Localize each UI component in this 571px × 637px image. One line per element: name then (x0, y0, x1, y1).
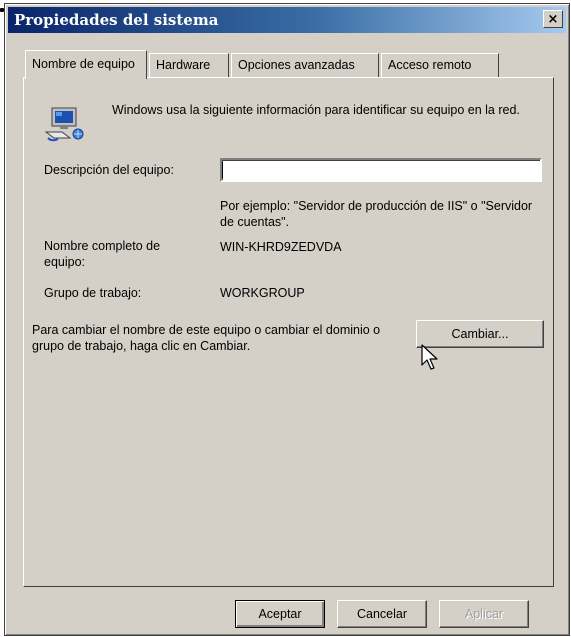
system-properties-dialog: Propiedades del sistema × Nombre de equi… (4, 3, 570, 636)
description-label: Descripción del equipo: (44, 163, 174, 177)
tab-advanced-options[interactable]: Opciones avanzadas (231, 53, 379, 77)
tab-computer-name[interactable]: Nombre de equipo (25, 50, 147, 79)
workgroup-label: Grupo de trabajo: (44, 286, 142, 300)
description-input[interactable] (220, 158, 542, 182)
window-title: Propiedades del sistema (14, 11, 219, 29)
intro-text: Windows usa la siguiente información par… (112, 103, 520, 117)
full-name-label: Nombre completo de equipo: (44, 239, 161, 269)
tab-remote-access[interactable]: Acceso remoto (381, 53, 499, 77)
example-text: Por ejemplo: "Servidor de producción de … (220, 199, 533, 229)
workgroup-value: WORKGROUP (220, 286, 305, 300)
title-bar[interactable]: Propiedades del sistema × (8, 7, 566, 33)
apply-button[interactable]: Aplicar (439, 600, 529, 628)
full-name-value: WIN-KHRD9ZEDVDA (220, 240, 342, 254)
cancel-button[interactable]: Cancelar (337, 600, 427, 628)
tab-hardware[interactable]: Hardware (149, 53, 229, 77)
close-button[interactable]: × (543, 10, 563, 28)
text-caret (222, 162, 223, 178)
computer-name-panel: Windows usa la siguiente información par… (23, 77, 554, 587)
computer-network-icon (44, 107, 84, 142)
change-hint: Para cambiar el nombre de este equipo o … (32, 323, 381, 353)
mouse-pointer-icon (421, 344, 438, 370)
ok-button[interactable]: Aceptar (235, 600, 325, 628)
close-icon: × (547, 11, 559, 27)
